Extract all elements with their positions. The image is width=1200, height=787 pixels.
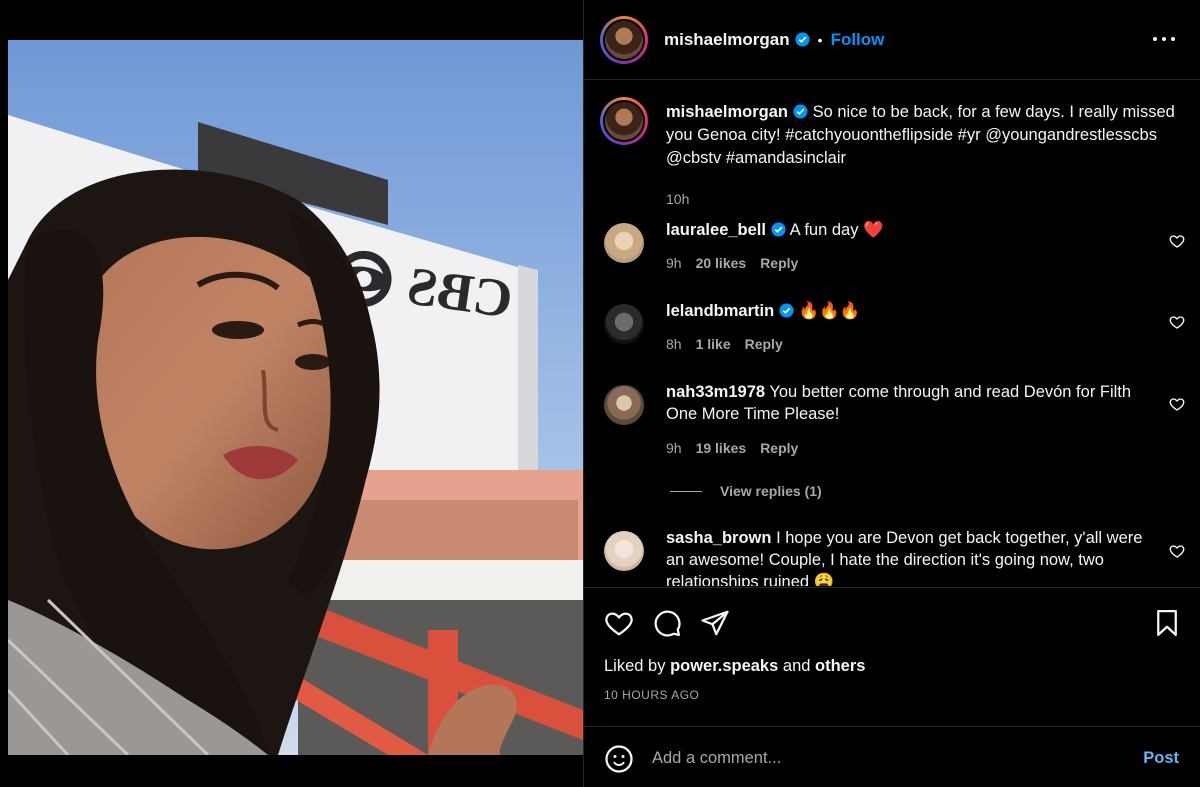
liked-by-user[interactable]: power.speaks <box>670 657 778 675</box>
comment-username[interactable]: sasha_brown <box>666 529 771 547</box>
share-icon[interactable] <box>700 608 730 638</box>
commenter-avatar[interactable] <box>604 385 644 425</box>
commenter-avatar[interactable] <box>604 531 644 571</box>
comment-likes[interactable]: 19 likes <box>696 440 747 456</box>
emoji-icon[interactable] <box>604 744 634 774</box>
heart-icon[interactable] <box>1169 233 1185 249</box>
comment-meta: 8h 1 like Reply <box>666 336 797 352</box>
view-replies-label: View replies (1) <box>720 483 822 499</box>
comment-username[interactable]: nah33m1978 <box>666 383 765 401</box>
comment-likes[interactable]: 20 likes <box>696 255 747 271</box>
post-side-panel: mishaelmorgan • Follow mishaelmorgan So … <box>583 0 1200 787</box>
reply-button[interactable]: Reply <box>760 255 798 271</box>
comment-username[interactable]: lelandbmartin <box>666 302 774 320</box>
comment-likes[interactable]: 1 like <box>696 336 731 352</box>
bookmark-icon[interactable] <box>1152 608 1182 638</box>
heart-icon[interactable] <box>1169 396 1185 412</box>
commenter-avatar[interactable] <box>604 304 644 344</box>
post-button[interactable]: Post <box>1143 749 1179 768</box>
comment-text: lauralee_bell A fun day ❤️ <box>666 219 1146 241</box>
comment-username[interactable]: lauralee_bell <box>666 221 766 239</box>
separator-dot: • <box>817 31 823 48</box>
caption-time: 10h <box>666 191 690 207</box>
more-options-icon[interactable] <box>1153 28 1175 50</box>
comment-body: A fun day ❤️ <box>789 221 884 239</box>
view-replies-button[interactable]: View replies (1) <box>670 483 822 499</box>
heart-icon[interactable] <box>1169 543 1185 559</box>
comments-list[interactable]: mishaelmorgan So nice to be back, for a … <box>584 81 1200 586</box>
liked-by-others[interactable]: others <box>815 657 865 675</box>
post-header: mishaelmorgan • Follow <box>584 0 1200 80</box>
caption-text: mishaelmorgan So nice to be back, for a … <box>666 101 1176 170</box>
caption-avatar[interactable] <box>600 97 648 145</box>
liked-by: Liked by power.speaks and others <box>604 657 865 676</box>
heart-icon[interactable] <box>604 608 634 638</box>
comment-time: 9h <box>666 255 682 271</box>
replies-line <box>670 490 702 492</box>
reply-button[interactable]: Reply <box>745 336 783 352</box>
add-comment-bar: Post <box>584 726 1200 787</box>
posted-time: 10 HOURS AGO <box>604 688 700 702</box>
comment-body: 🔥🔥🔥 <box>798 302 861 320</box>
comment-input[interactable] <box>652 743 1112 773</box>
comment-time: 8h <box>666 336 682 352</box>
heart-icon[interactable] <box>1169 314 1185 330</box>
post-photo[interactable]: CBS <box>8 40 583 755</box>
comment-meta: 9h 20 likes Reply <box>666 255 812 271</box>
comment-text: lelandbmartin 🔥🔥🔥 <box>666 300 1146 322</box>
verified-icon <box>795 32 810 47</box>
liked-by-and: and <box>782 657 811 675</box>
liked-by-prefix: Liked by <box>604 657 666 675</box>
caption-username[interactable]: mishaelmorgan <box>666 103 788 121</box>
commenter-avatar[interactable] <box>604 223 644 263</box>
comment-text: nah33m1978 You better come through and r… <box>666 381 1146 425</box>
verified-icon <box>779 303 794 318</box>
comment-text: sasha_brown I hope you are Devon get bac… <box>666 527 1146 586</box>
comment-meta: 9h 19 likes Reply <box>666 440 812 456</box>
post-actions: Liked by power.speaks and others 10 HOUR… <box>584 587 1200 725</box>
follow-button[interactable]: Follow <box>831 30 885 50</box>
reply-button[interactable]: Reply <box>760 440 798 456</box>
verified-icon <box>793 104 808 119</box>
comment-icon[interactable] <box>652 608 682 638</box>
author-avatar[interactable] <box>600 15 648 64</box>
photo-illustration: CBS <box>8 40 583 755</box>
verified-icon <box>771 222 786 237</box>
author-username[interactable]: mishaelmorgan <box>664 30 790 50</box>
comment-time: 9h <box>666 440 682 456</box>
